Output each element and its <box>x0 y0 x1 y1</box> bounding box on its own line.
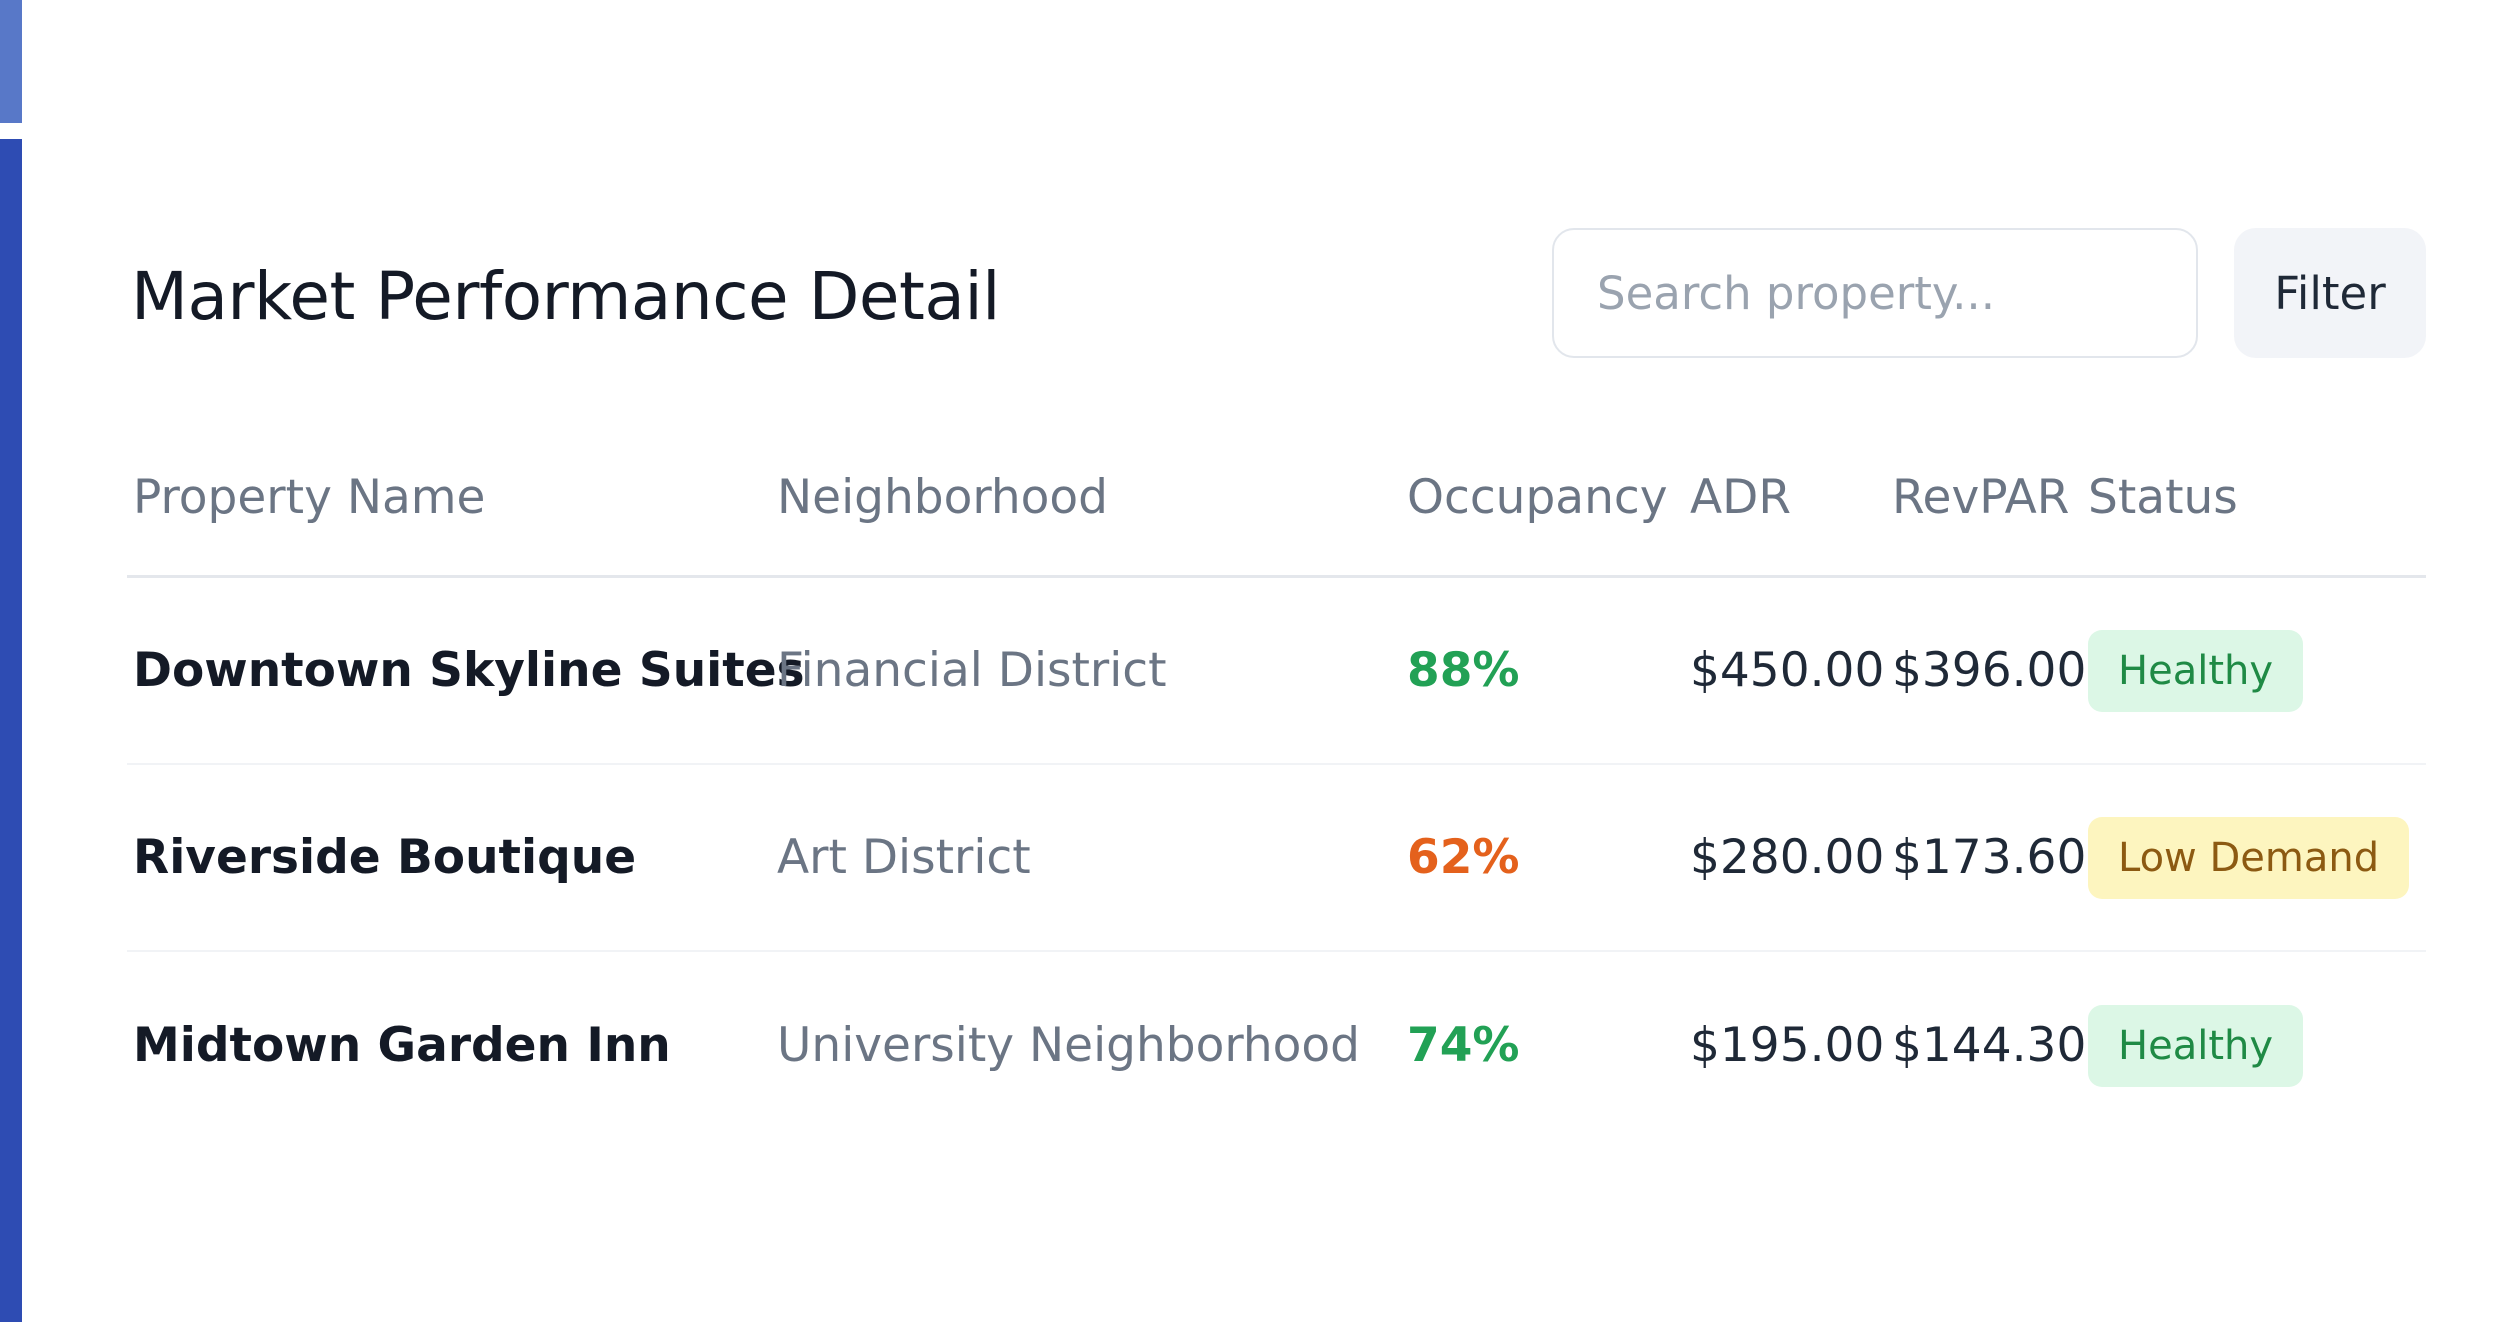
occupancy-value: 62% <box>1407 830 1520 885</box>
page-title: Market Performance Detail <box>131 258 1001 335</box>
occupancy-value: 74% <box>1407 1018 1520 1073</box>
revpar-value: $396.00 <box>1892 643 2087 698</box>
table-row[interactable]: Midtown Garden Inn University Neighborho… <box>127 952 2426 1139</box>
property-name: Riverside Boutique <box>133 830 637 885</box>
revpar-value: $144.30 <box>1892 1018 2087 1073</box>
table-header-row: Property Name Neighborhood Occupancy ADR… <box>127 420 2426 578</box>
search-input[interactable] <box>1554 266 2196 320</box>
property-name: Downtown Skyline Suites <box>133 643 805 698</box>
neighborhood: Art District <box>777 830 1031 885</box>
status-cell: Healthy <box>2088 952 2304 1139</box>
table-row[interactable]: Downtown Skyline Suites Financial Distri… <box>127 578 2426 765</box>
status-cell: Low Demand <box>2088 765 2410 950</box>
status-badge: Healthy <box>2088 1004 2304 1087</box>
column-header-revpar[interactable]: RevPAR <box>1892 420 2069 575</box>
occupancy-value: 88% <box>1407 643 1520 698</box>
search-box[interactable] <box>1552 228 2198 358</box>
table-row[interactable]: Riverside Boutique Art District 62% $280… <box>127 765 2426 952</box>
adr-value: $280.00 <box>1690 830 1885 885</box>
performance-table: Property Name Neighborhood Occupancy ADR… <box>127 420 2426 1139</box>
neighborhood: University Neighborhood <box>777 1018 1361 1073</box>
status-cell: Healthy <box>2088 578 2304 763</box>
column-header-adr[interactable]: ADR <box>1690 420 1791 575</box>
revpar-value: $173.60 <box>1892 830 2087 885</box>
column-header-property-name[interactable]: Property Name <box>133 420 485 575</box>
column-header-status[interactable]: Status <box>2088 420 2238 575</box>
app-frame: Market Performance Detail Filter Propert… <box>0 0 2507 1322</box>
sidebar-accent-top <box>0 0 22 123</box>
neighborhood: Financial District <box>777 643 1167 698</box>
status-badge: Low Demand <box>2088 816 2410 899</box>
property-name: Midtown Garden Inn <box>133 1018 671 1073</box>
column-header-occupancy[interactable]: Occupancy <box>1407 420 1668 575</box>
sidebar-accent-bar <box>0 139 22 1322</box>
filter-button[interactable]: Filter <box>2234 228 2426 358</box>
column-header-neighborhood[interactable]: Neighborhood <box>777 420 1108 575</box>
adr-value: $195.00 <box>1690 1018 1885 1073</box>
adr-value: $450.00 <box>1690 643 1885 698</box>
status-badge: Healthy <box>2088 629 2304 712</box>
